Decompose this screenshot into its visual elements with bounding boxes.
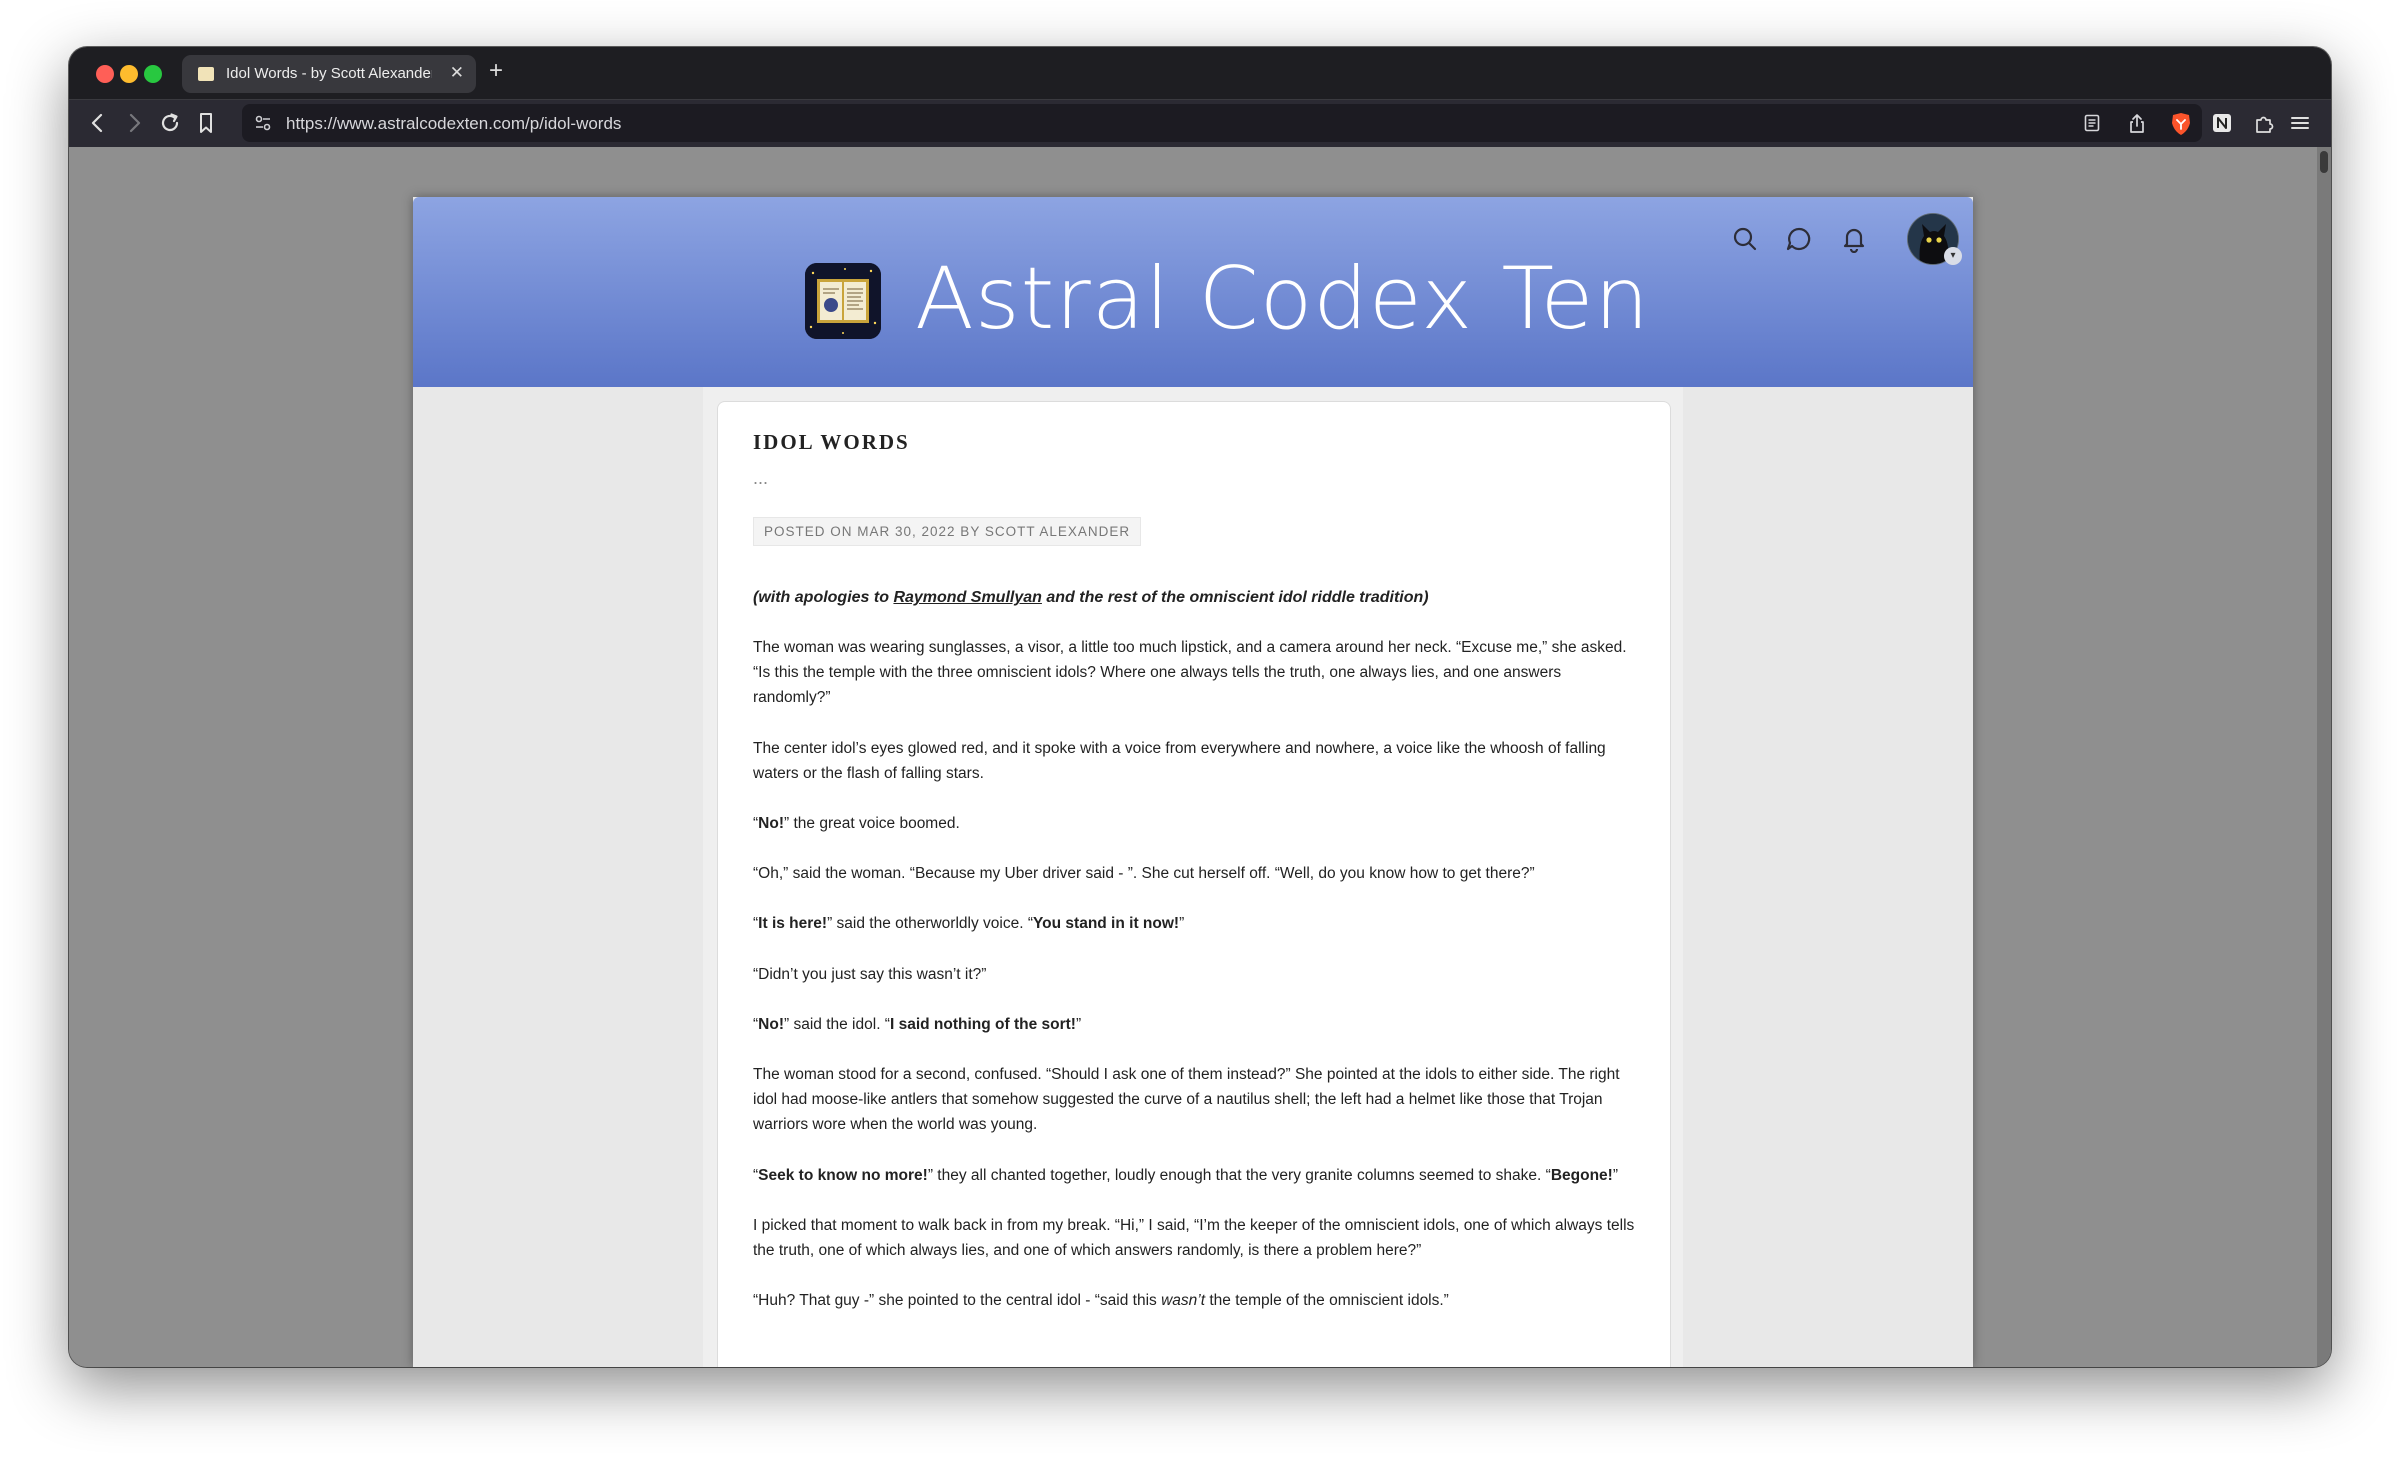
post-title: IDOL WORDS	[753, 430, 910, 454]
post-card: IDOL WORDS ... POSTED ON MAR 30, 2022 BY…	[717, 401, 1671, 1367]
tab-close-icon[interactable]: ✕	[450, 63, 464, 83]
book-logo-icon	[805, 263, 881, 339]
tab-favicon-icon	[198, 67, 214, 81]
p11-text-2: the temple of the omniscient idols.”	[1205, 1292, 1449, 1310]
minimize-window-button[interactable]	[120, 65, 138, 83]
scrollbar[interactable]	[2317, 147, 2331, 1367]
p7-text-1: ” said the idol. “	[784, 1015, 890, 1033]
site-container: Astral Codex Ten ▾ IDOL WORDS ... POSTED…	[413, 197, 1973, 1367]
p7-text-2: ”	[1075, 1015, 1082, 1033]
site-logo[interactable]	[805, 263, 881, 339]
raymond-smullyan-link[interactable]: Raymond Smullyan	[893, 589, 1041, 606]
p5-text-2: ”	[1179, 915, 1185, 933]
browser-toolbar: https://www.astralcodexten.com/p/idol-wo…	[69, 99, 2331, 148]
post-meta: POSTED ON MAR 30, 2022 BY SCOTT ALEXANDE…	[753, 517, 1142, 546]
maximize-window-button[interactable]	[144, 65, 162, 83]
browser-window: Idol Words - by Scott Alexander ✕ + http…	[69, 47, 2331, 1367]
share-icon[interactable]	[2127, 112, 2147, 134]
tab-title: Idol Words - by Scott Alexander	[226, 65, 432, 82]
brave-shields-icon[interactable]	[2169, 111, 2193, 137]
forward-icon[interactable]	[121, 110, 147, 136]
p7-bold-2: I said nothing of the sort!	[889, 1015, 1076, 1033]
paragraph-3: “No!” the great voice boomed.	[753, 811, 1637, 836]
site-title[interactable]: Astral Codex Ten	[915, 249, 1650, 349]
paragraph-8: The woman stood for a second, confused. …	[753, 1066, 1620, 1134]
title-bar: Idol Words - by Scott Alexander ✕ +	[69, 47, 2331, 99]
paragraph-5: “It is here!” said the otherworldly voic…	[753, 911, 1637, 936]
p5-text-1: ” said the otherworldly voice. “	[827, 915, 1033, 933]
p11-italic-1: wasn’t	[1161, 1292, 1206, 1310]
content-column: IDOL WORDS ... POSTED ON MAR 30, 2022 BY…	[703, 387, 1683, 1367]
p5-bold-2: You stand in it now!	[1032, 915, 1180, 933]
search-icon[interactable]	[1731, 225, 1759, 253]
p3-bold-1: No!	[758, 815, 784, 833]
intro-text-before: (with apologies to	[753, 589, 894, 606]
site-settings-icon[interactable]	[254, 114, 272, 132]
post-content: IDOL WORDS ... POSTED ON MAR 30, 2022 BY…	[753, 430, 1637, 1313]
new-tab-button[interactable]: +	[489, 58, 503, 84]
paragraph-1: The woman was wearing sunglasses, a viso…	[753, 639, 1627, 707]
bookmark-icon[interactable]	[193, 110, 219, 136]
notion-extension-icon[interactable]	[2211, 112, 2233, 134]
close-window-button[interactable]	[96, 65, 114, 83]
paragraph-9: “Seek to know no more!” they all chanted…	[753, 1163, 1637, 1188]
site-header: Astral Codex Ten ▾	[413, 197, 1973, 387]
p5-bold-1: It is here!	[758, 915, 828, 933]
paragraph-2: The center idol’s eyes glowed red, and i…	[753, 739, 1606, 782]
page-viewport: Astral Codex Ten ▾ IDOL WORDS ... POSTED…	[69, 147, 2331, 1367]
avatar-dropdown-icon[interactable]: ▾	[1944, 247, 1962, 265]
extensions-icon[interactable]	[2253, 112, 2275, 134]
paragraph-6: “Didn’t you just say this wasn’t it?”	[753, 965, 987, 983]
p11-text-1: “Huh? That guy -” she pointed to the cen…	[753, 1292, 1162, 1310]
chat-icon[interactable]	[1785, 225, 1813, 253]
paragraph-10: I picked that moment to walk back in fro…	[753, 1216, 1635, 1260]
url-text[interactable]: https://www.astralcodexten.com/p/idol-wo…	[286, 114, 621, 134]
reader-mode-icon[interactable]	[2082, 113, 2102, 133]
paragraph-4: “Oh,” said the woman. “Because my Uber d…	[753, 865, 1535, 883]
p9-bold-2: Begone!	[1550, 1166, 1613, 1184]
browser-tab[interactable]: Idol Words - by Scott Alexander ✕	[182, 55, 476, 93]
address-bar[interactable]: https://www.astralcodexten.com/p/idol-wo…	[242, 104, 2202, 142]
notifications-bell-icon[interactable]	[1840, 225, 1868, 253]
reload-icon[interactable]	[157, 110, 183, 136]
post-intro: (with apologies to Raymond Smullyan and …	[753, 586, 1637, 610]
p9-bold-1: Seek to know no more!	[758, 1166, 928, 1184]
back-icon[interactable]	[85, 110, 111, 136]
paragraph-11: “Huh? That guy -” she pointed to the cen…	[753, 1288, 1637, 1313]
p9-text-2: ”	[1612, 1166, 1618, 1184]
p9-text-1: ” they all chanted together, loudly enou…	[927, 1166, 1551, 1184]
intro-text-after: and the rest of the omniscient idol ridd…	[1041, 589, 1429, 606]
p3-text-1: ” the great voice boomed.	[784, 815, 960, 833]
scrollbar-thumb[interactable]	[2320, 151, 2328, 173]
p7-bold-1: No!	[758, 1015, 784, 1033]
post-ellipsis: ...	[753, 468, 769, 488]
paragraph-7: “No!” said the idol. “I said nothing of …	[753, 1012, 1637, 1037]
menu-icon[interactable]	[2289, 112, 2311, 134]
